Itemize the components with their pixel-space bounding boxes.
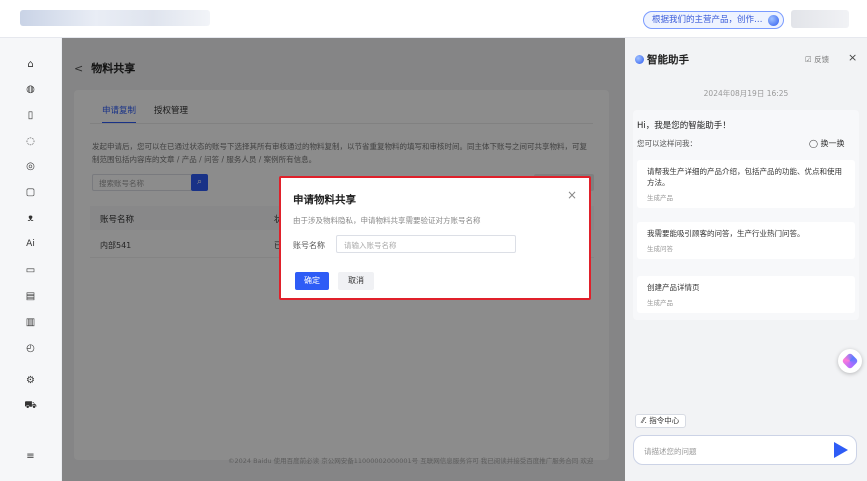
target-icon[interactable]: ◎ xyxy=(24,160,37,173)
home-icon[interactable]: ⌂ xyxy=(24,58,37,71)
account-name-label: 账号名称 xyxy=(293,241,325,250)
clock-icon[interactable]: ◴ xyxy=(24,342,37,355)
assistant-title: 智能助手 xyxy=(635,52,689,67)
floating-ai-icon[interactable] xyxy=(838,349,862,373)
command-center-button[interactable]: ⁄⁄. 指令中心 xyxy=(635,414,687,428)
assistant-panel: 智能助手 ☑ 反馈 × 2024年08月19日 16:25 Hi，我是您的智能助… xyxy=(625,38,867,481)
close-icon[interactable]: × xyxy=(567,188,577,202)
suggestion-question: 请帮我生产详细的产品介绍，包括产品的功能、优点和使用方法。 xyxy=(647,167,842,187)
suggestion-card[interactable]: 请帮我生产详细的产品介绍，包括产品的功能、优点和使用方法。 生成产品 xyxy=(637,160,855,208)
menu-icon[interactable]: ≡ xyxy=(24,450,37,463)
refresh-button[interactable]: ◯ 换一换 xyxy=(809,138,845,149)
file-icon[interactable]: ▢ xyxy=(24,186,37,199)
chat-icon[interactable]: ◌ xyxy=(24,135,37,148)
ask-hint: 您可以这样问我： xyxy=(637,139,697,148)
share-request-dialog: 申请物料共享 × 由于涉及物料隐私，申请物料共享需要验证对方账号名称 账号名称 … xyxy=(279,176,591,300)
suggestion-card[interactable]: 我需要能吸引顾客的问答，生产行业热门问答。 生成问答 xyxy=(637,222,855,259)
assistant-orb-icon xyxy=(767,15,779,26)
logo xyxy=(20,10,210,26)
suggestion-question: 我需要能吸引顾客的问答，生产行业热门问答。 xyxy=(647,229,805,238)
dialog-title: 申请物料共享 xyxy=(293,194,356,206)
doc-icon[interactable]: ▯ xyxy=(24,109,37,122)
dialog-subtitle: 由于涉及物料隐私，申请物料共享需要验证对方账号名称 xyxy=(293,216,481,225)
assistant-title-text: 智能助手 xyxy=(647,54,689,66)
cart-icon[interactable]: ⛟ xyxy=(24,399,37,412)
settings-icon[interactable]: ⚙ xyxy=(24,374,37,387)
suggestion-question: 创建产品详情页 xyxy=(647,283,700,292)
confirm-button[interactable]: 确定 xyxy=(295,272,329,290)
bag-icon[interactable]: ◍ xyxy=(24,83,37,96)
suggestion-tag: 生成产品 xyxy=(647,299,673,307)
doc3-icon[interactable]: ▥ xyxy=(24,316,37,329)
close-icon[interactable]: × xyxy=(848,51,857,64)
doc2-icon[interactable]: ▤ xyxy=(24,290,37,303)
people-icon[interactable]: ᴥ xyxy=(24,212,37,225)
suggestion-tag: 生成产品 xyxy=(647,194,673,202)
cancel-button[interactable]: 取消 xyxy=(338,272,374,290)
timestamp: 2024年08月19日 16:25 xyxy=(703,89,789,98)
send-icon[interactable] xyxy=(834,442,848,458)
question-input-placeholder: 请描述您的问题 xyxy=(644,447,697,456)
user-account[interactable] xyxy=(791,10,849,28)
suggestion-tag: 生成问答 xyxy=(647,245,673,253)
ai-prompt-pill[interactable]: 根据我们的主营产品，创作… xyxy=(643,11,784,29)
top-bar: 根据我们的主营产品，创作… xyxy=(0,0,867,38)
assistant-orb-icon xyxy=(635,55,644,64)
suggestion-card[interactable]: 创建产品详情页 生成产品 xyxy=(637,276,855,313)
box-icon[interactable]: ▭ xyxy=(24,264,37,277)
greeting-text: Hi，我是您的智能助手！ xyxy=(637,121,731,131)
account-name-input[interactable]: 请输入账号名称 xyxy=(336,235,516,253)
feedback-button[interactable]: ☑ 反馈 xyxy=(805,54,829,65)
left-sidebar: ⌂ ◍ ▯ ◌ ◎ ▢ ᴥ Ai ▭ ▤ ▥ ◴ ⚙ ⛟ ≡ xyxy=(0,38,62,481)
ai-icon[interactable]: Ai xyxy=(24,238,37,251)
ai-prompt-pill-text: 根据我们的主营产品，创作… xyxy=(652,15,763,25)
question-input[interactable]: 请描述您的问题 xyxy=(633,435,857,465)
